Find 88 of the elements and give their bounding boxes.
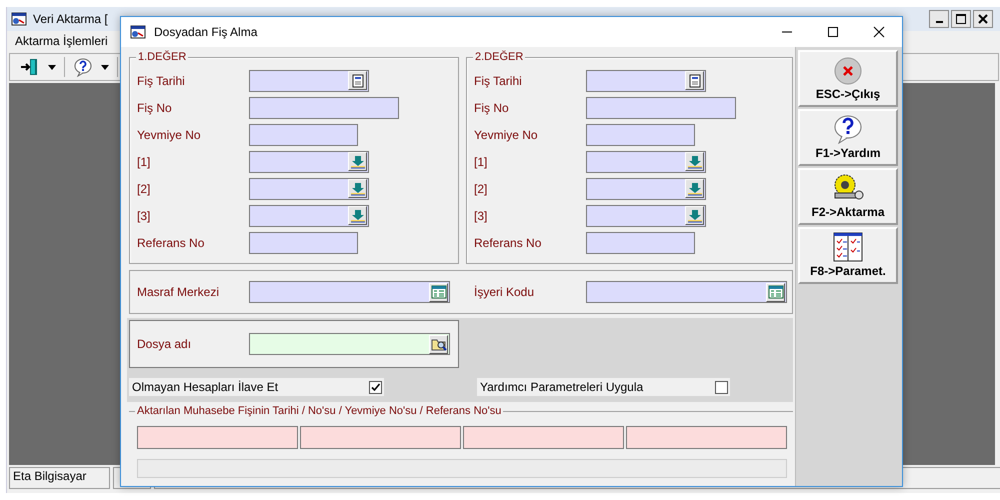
folder-search-icon (430, 337, 446, 351)
command-button[interactable]: F2->Aktarma (798, 168, 898, 225)
input-field[interactable] (249, 232, 358, 254)
date-field[interactable] (586, 70, 706, 92)
field-label: Yevmiye No (474, 128, 539, 142)
calendar-icon (350, 74, 364, 88)
input-field[interactable] (249, 150, 369, 172)
maximize-button[interactable] (951, 10, 971, 28)
folder-search-button[interactable] (429, 334, 448, 354)
field-label: Yevmiye No (137, 128, 202, 142)
maximize-icon (827, 26, 839, 38)
window-title: Veri Aktarma [ (33, 12, 108, 26)
app-icon (130, 24, 146, 40)
checklist-icon (833, 232, 863, 262)
table-list-icon (430, 285, 446, 299)
command-button[interactable]: F8->Paramet. (798, 227, 898, 284)
checkbox[interactable] (369, 380, 382, 394)
table-list-icon (768, 285, 784, 299)
download-arrow-icon (350, 182, 366, 196)
download-arrow-button[interactable] (348, 206, 367, 225)
minimize-button[interactable] (929, 10, 949, 28)
download-arrow-button[interactable] (685, 152, 704, 171)
input-field[interactable] (586, 232, 695, 254)
download-arrow-button[interactable] (348, 152, 367, 171)
app-icon (11, 11, 27, 27)
field-label: Fiş Tarihi (137, 74, 186, 88)
close-icon (978, 14, 988, 24)
field-label: [1] (137, 154, 152, 168)
download-arrow-icon (350, 208, 366, 222)
download-arrow-icon (686, 182, 702, 196)
field-label: Masraf Merkezi (137, 285, 220, 299)
input-field[interactable] (586, 124, 695, 146)
table-list-button[interactable] (429, 282, 448, 302)
field-label: [3] (474, 208, 488, 222)
field-label: İşyeri Kodu (474, 285, 536, 299)
door-arrow-icon (20, 57, 40, 77)
calendar-icon (688, 74, 702, 88)
field-label: Dosya adı (137, 337, 192, 351)
input-field[interactable] (249, 178, 369, 200)
input-field[interactable] (249, 281, 450, 303)
checkbox[interactable] (715, 380, 728, 394)
field-label: Referans No (137, 236, 206, 250)
input-field[interactable] (249, 124, 358, 146)
field-label: [2] (137, 182, 152, 196)
group-title: Aktarılan Muhasebe Fişinin Tarihi / No'su / Yevmiye No'su / Referans No'su (135, 405, 504, 417)
close-circle-icon (832, 57, 864, 85)
file-path-field[interactable] (249, 333, 450, 355)
close-button[interactable] (973, 10, 993, 28)
caret-icon (48, 64, 56, 70)
input-field[interactable] (586, 96, 736, 118)
group-title: 1.DEĞER (136, 51, 188, 63)
window-title: Dosyadan Fiş Alma (154, 25, 258, 39)
close-icon (873, 26, 885, 38)
download-arrow-icon (350, 154, 366, 168)
input-field[interactable] (586, 204, 706, 226)
input-field[interactable] (586, 178, 706, 200)
download-arrow-button[interactable] (685, 179, 704, 198)
option-label: Olmayan Hesapları İlave Et (132, 380, 278, 394)
calendar-button[interactable] (348, 71, 367, 90)
menu-item[interactable]: Aktarma İşlemleri (15, 34, 108, 48)
field-label: [2] (474, 182, 488, 196)
group-title: 2.DEĞER (473, 51, 526, 63)
help-bubble-icon (73, 57, 93, 77)
download-arrow-button[interactable] (348, 179, 367, 198)
input-field[interactable] (586, 281, 787, 303)
option-label: Yardımcı Parametreleri Uygula (480, 380, 644, 394)
download-arrow-icon (686, 154, 702, 168)
command-button[interactable]: ESC->Çıkış (798, 50, 898, 107)
caret-icon (101, 64, 109, 70)
help-bubble-icon (832, 114, 864, 144)
date-field[interactable] (249, 70, 369, 92)
field-label: Fiş Tarihi (474, 74, 523, 88)
minimize-icon (936, 21, 942, 23)
download-arrow-button[interactable] (685, 206, 704, 225)
field-label: [3] (137, 208, 152, 222)
command-button[interactable]: F1->Yardım (798, 109, 898, 166)
calendar-button[interactable] (685, 71, 704, 90)
input-field[interactable] (249, 204, 369, 226)
input-field[interactable] (249, 96, 399, 118)
input-field[interactable] (586, 150, 706, 172)
field-label: Fiş No (474, 100, 510, 114)
table-list-button[interactable] (766, 282, 785, 302)
status-panel: Eta Bilgisayar (9, 467, 110, 489)
maximize-icon (956, 14, 966, 24)
field-label: Referans No (474, 236, 542, 250)
field-label: Fiş No (137, 100, 173, 114)
download-arrow-icon (686, 208, 702, 222)
field-label: [1] (474, 154, 488, 168)
